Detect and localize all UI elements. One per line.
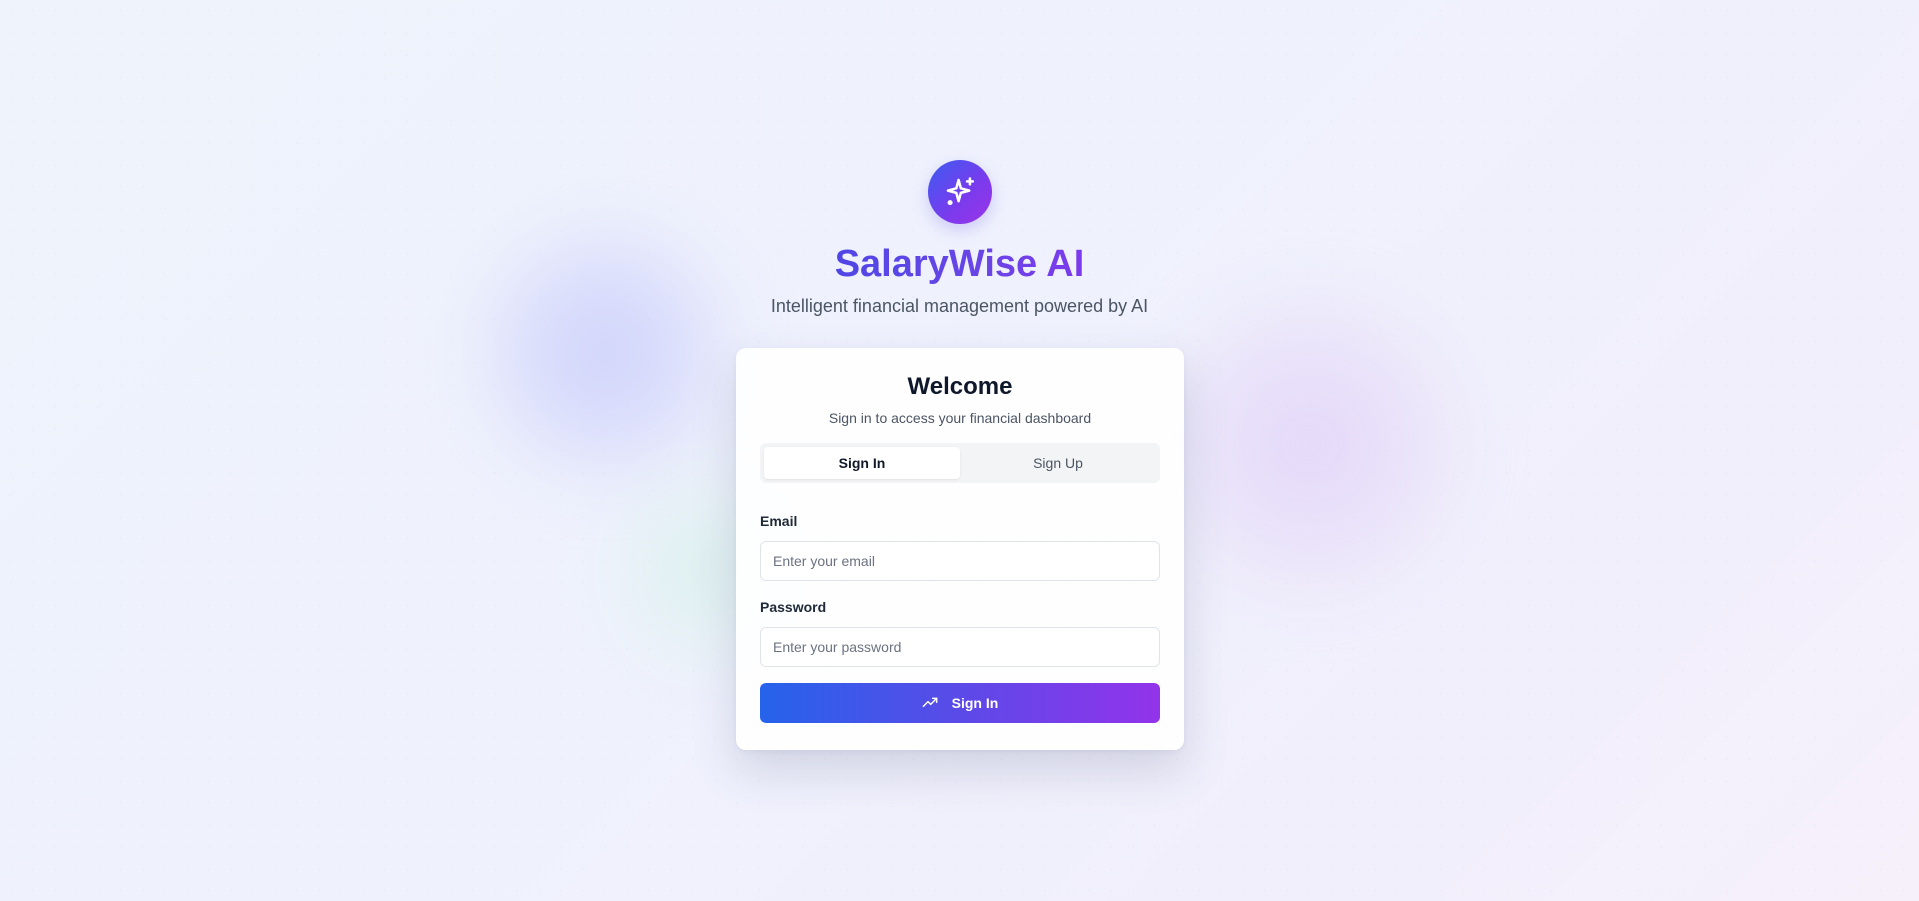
sparkles-icon [943,175,977,209]
auth-card: Welcome Sign in to access your financial… [736,348,1184,750]
sign-in-button[interactable]: Sign In [760,683,1160,723]
background-blob-purple [1165,300,1455,590]
app-title: SalaryWise AI [834,243,1085,285]
tab-sign-in[interactable]: Sign In [764,447,960,479]
tab-sign-up[interactable]: Sign Up [960,447,1156,479]
password-field[interactable] [760,627,1160,667]
auth-tabs: Sign In Sign Up [760,443,1160,483]
app-tagline: Intelligent financial management powered… [770,296,1149,316]
app-logo [927,160,992,224]
brand-header: SalaryWise AI Intelligent financial mana… [0,160,1919,317]
email-label: Email [760,513,798,529]
trending-up-icon [922,695,938,711]
email-field[interactable] [760,541,1160,581]
sign-in-form: Email Password Sign In [760,513,1160,723]
card-heading: Welcome [907,373,1013,400]
card-subheading: Sign in to access your financial dashboa… [828,410,1092,426]
password-label: Password [760,599,827,615]
sign-in-button-label: Sign In [951,695,999,711]
